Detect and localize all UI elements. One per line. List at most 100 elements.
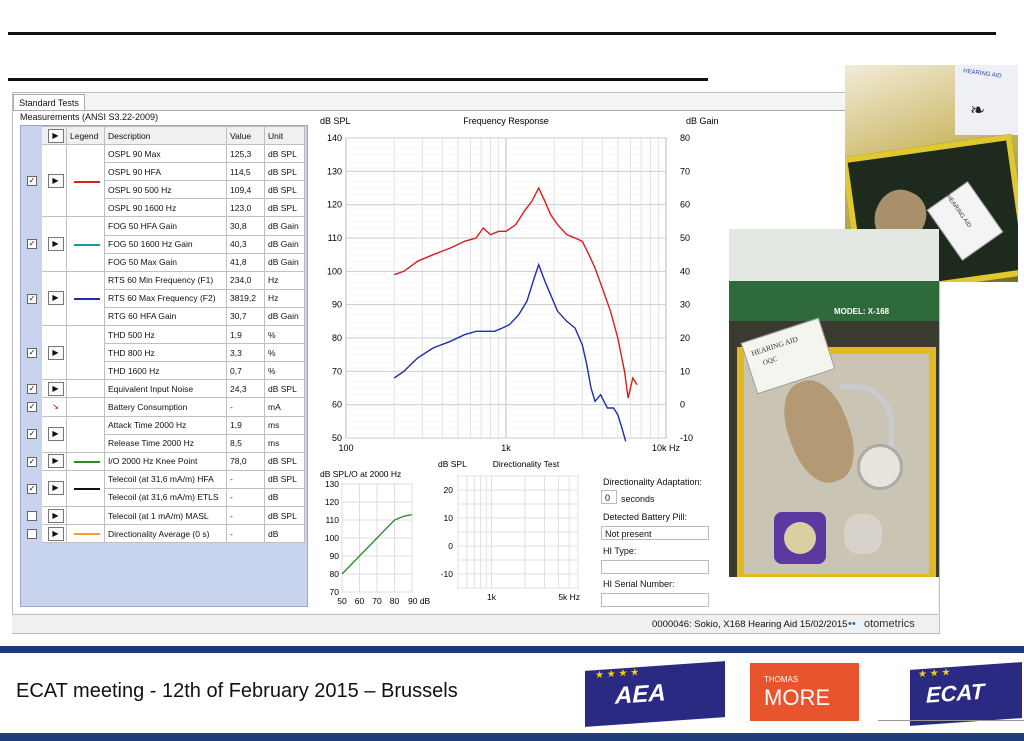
cell-desc: RTS 60 Min Frequency (F1) bbox=[104, 270, 227, 290]
cell-desc: FOG 50 1600 Hz Gain bbox=[104, 234, 227, 254]
measurement-row[interactable]: ✓ ▶ I/O 2000 Hz Knee Point 78,0 dB SPL bbox=[23, 451, 305, 471]
group-checkbox[interactable]: ✓ bbox=[27, 176, 37, 187]
y-tick-label-right: -10 bbox=[680, 433, 693, 443]
measurement-row[interactable]: ✓ ▶ OSPL 90 Max 125,3 dB SPL bbox=[23, 144, 305, 218]
x-tick-label: 90 dB bbox=[408, 596, 431, 606]
play-button[interactable]: ▶ bbox=[47, 508, 64, 523]
play-button[interactable]: ▶ bbox=[47, 454, 64, 469]
group-checkbox[interactable]: ✓ bbox=[27, 348, 37, 359]
group-checkbox[interactable]: ✓ bbox=[27, 384, 37, 395]
group-checkbox[interactable]: ✓ bbox=[27, 429, 37, 440]
group-checkbox[interactable] bbox=[27, 510, 37, 521]
cell-value: - bbox=[226, 397, 265, 417]
cell-desc: Telecoil (at 31,6 mA/m) HFA bbox=[104, 469, 227, 489]
footer-bar-bottom bbox=[0, 733, 1024, 741]
legend-swatch bbox=[66, 325, 105, 381]
cell-unit: % bbox=[264, 325, 305, 345]
play-button[interactable]: ▶ bbox=[47, 481, 64, 496]
cell-unit: % bbox=[264, 343, 305, 363]
measurement-row[interactable]: ✓ ↘ Battery Consumption - mA bbox=[23, 397, 305, 417]
x-tick-label: 60 bbox=[355, 596, 365, 606]
ecat-logo: ★ ★ ★ ECAT bbox=[910, 662, 1022, 726]
play-button[interactable]: ▶ bbox=[47, 173, 64, 188]
cell-unit: ms bbox=[264, 415, 305, 435]
cell-value: 125,3 bbox=[226, 144, 265, 164]
group-checkbox[interactable]: ✓ bbox=[27, 239, 37, 250]
play-all-button[interactable]: ▶ bbox=[47, 128, 64, 143]
x-tick-label: 70 bbox=[372, 596, 382, 606]
measurement-row[interactable]: ✓ ▶ RTS 60 Min Frequency (F1) 234,0 Hz bbox=[23, 270, 305, 327]
cell-unit: dB bbox=[264, 524, 305, 544]
ear-icon: ❧ bbox=[970, 100, 986, 120]
cell-unit: dB SPL bbox=[264, 505, 305, 526]
detected-battery-pill-field: Not present bbox=[601, 526, 709, 540]
cell-desc: Telecoil (at 1 mA/m) MASL bbox=[104, 505, 227, 526]
measurement-row[interactable]: ✓ ▶ Equivalent Input Noise 24,3 dB SPL bbox=[23, 379, 305, 399]
cell-desc: FOG 50 Max Gain bbox=[104, 252, 227, 272]
y-tick-label-left: 140 bbox=[327, 133, 342, 143]
aea-logo-stars-icon: ★ ★ ★ ★ bbox=[595, 667, 640, 682]
cell-value: 109,4 bbox=[226, 180, 265, 200]
cell-desc: Attack Time 2000 Hz bbox=[104, 415, 227, 435]
play-button[interactable]: ▶ bbox=[47, 291, 64, 306]
play-button[interactable]: ▶ bbox=[47, 427, 64, 442]
cell-desc: RTS 60 Max Frequency (F2) bbox=[104, 288, 227, 308]
ecat-logo-rule bbox=[878, 720, 1024, 721]
group-checkbox[interactable]: ✓ bbox=[27, 402, 37, 413]
cell-unit: dB SPL bbox=[264, 451, 305, 471]
cell-value: 3,3 bbox=[226, 343, 265, 363]
status-text: 0000046: Sokio, X168 Hearing Aid 15/02/2… bbox=[652, 619, 848, 630]
group-checkbox[interactable] bbox=[27, 528, 37, 539]
aea-logo: ★ ★ ★ ★ AEA bbox=[585, 661, 725, 727]
directionality-adaptation-label: Directionality Adaptation: bbox=[603, 477, 703, 487]
chart-title: Directionality Test bbox=[493, 459, 560, 469]
group-checkbox[interactable]: ✓ bbox=[27, 483, 37, 494]
measurement-row[interactable]: ✓ ▶ Telecoil (at 31,6 mA/m) HFA - dB SPL bbox=[23, 469, 305, 507]
detected-battery-pill-label: Detected Battery Pill: bbox=[603, 512, 688, 522]
earpiece bbox=[857, 444, 903, 490]
play-button[interactable]: ▶ bbox=[47, 526, 64, 541]
measurement-row[interactable]: ✓ ▶ Attack Time 2000 Hz 1,9 ms bbox=[23, 415, 305, 453]
cell-unit: dB Gain bbox=[264, 252, 305, 272]
y-tick-label: 100 bbox=[325, 533, 339, 543]
measurement-row[interactable]: ✓ ▶ THD 500 Hz 1,9% bbox=[23, 325, 305, 381]
seconds-label: seconds bbox=[621, 494, 655, 504]
cell-value: 40,3 bbox=[226, 234, 265, 254]
directionality-adaptation-input[interactable]: 0 bbox=[601, 490, 617, 504]
hi-serial-input[interactable] bbox=[601, 593, 709, 607]
cell-unit: dB bbox=[264, 487, 305, 507]
group-checkbox[interactable]: ✓ bbox=[27, 456, 37, 467]
y-axis-label-left: dB SPL bbox=[320, 116, 351, 126]
measurement-row[interactable]: ✓ ▶ FOG 50 HFA Gain 30,8 dB Gain bbox=[23, 216, 305, 272]
play-button[interactable]: ▶ bbox=[47, 237, 64, 252]
y-tick-label: 120 bbox=[325, 497, 339, 507]
play-button[interactable]: ▶ bbox=[47, 345, 64, 360]
y-axis-label: dB SPL bbox=[438, 459, 467, 469]
cell-unit: dB SPL bbox=[264, 469, 305, 489]
x-tick-label: 80 bbox=[390, 596, 400, 606]
measurement-row[interactable]: ▶ Directionality Average (0 s) - dB bbox=[23, 524, 305, 544]
y-tick-label: 10 bbox=[444, 513, 454, 523]
footer-caption: ECAT meeting - 12th of February 2015 – B… bbox=[16, 680, 458, 702]
hi-type-input[interactable] bbox=[601, 560, 709, 574]
cell-desc: THD 1600 Hz bbox=[104, 361, 227, 381]
cell-unit: dB Gain bbox=[264, 234, 305, 254]
group-checkbox[interactable]: ✓ bbox=[27, 293, 37, 304]
y-tick-label-left: 90 bbox=[332, 300, 342, 310]
y-tick-label: -10 bbox=[441, 569, 454, 579]
legend-swatch bbox=[66, 397, 105, 417]
cell-value: 3819,2 bbox=[226, 288, 265, 308]
card-text: HEARING AID bbox=[944, 193, 972, 230]
tab-standard-tests[interactable]: Standard Tests bbox=[13, 94, 85, 111]
cell-desc: THD 500 Hz bbox=[104, 325, 227, 345]
play-button[interactable]: ▶ bbox=[47, 381, 64, 396]
battery-test-icon[interactable]: ↘ bbox=[49, 401, 63, 413]
directionality-chart: dB SPL Directionality Test 20 10 0 -10 1k 5k Hz bbox=[438, 459, 580, 602]
top-rule-long bbox=[8, 32, 996, 35]
legend-swatch bbox=[66, 415, 105, 453]
cell-desc: OSPL 90 1600 Hz bbox=[104, 198, 227, 218]
measurement-row[interactable]: ▶ Telecoil (at 1 mA/m) MASL - dB SPL bbox=[23, 505, 305, 526]
y-tick-label-left: 120 bbox=[327, 200, 342, 210]
cell-desc: Battery Consumption bbox=[104, 397, 227, 417]
cell-value: 78,0 bbox=[226, 451, 265, 471]
